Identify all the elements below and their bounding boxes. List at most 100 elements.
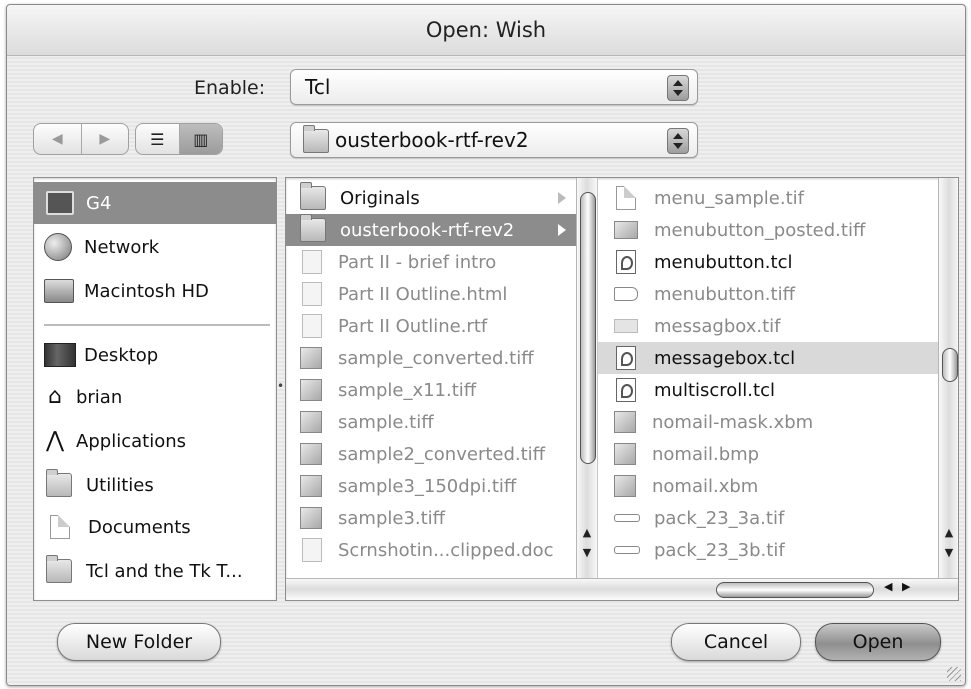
- horizontal-scroll-thumb[interactable]: [716, 582, 874, 598]
- sidebar: G4 Network Macintosh HD Desktop ⌂ brian …: [33, 177, 277, 601]
- scroll-left-arrow-icon[interactable]: ◀: [884, 580, 892, 593]
- resize-grip-icon[interactable]: [947, 667, 961, 681]
- sidebar-item-desktop[interactable]: Desktop: [34, 334, 276, 376]
- disclosure-arrow-icon: [558, 224, 566, 236]
- sidebar-divider: [44, 324, 270, 326]
- list-item[interactable]: Part II Outline.html: [286, 278, 596, 310]
- document-icon: [50, 515, 70, 539]
- list-item[interactable]: Part II - brief intro: [286, 246, 596, 278]
- list-item[interactable]: Originals: [286, 182, 596, 214]
- list-item[interactable]: sample2_converted.tiff: [286, 438, 596, 470]
- folder-icon: [46, 555, 72, 583]
- image-icon: [614, 443, 636, 465]
- list-item[interactable]: messagebox.tcl: [598, 342, 958, 374]
- location-popup[interactable]: ousterbook-rtf-rev2: [290, 122, 698, 158]
- sidebar-item-label: Network: [84, 236, 160, 258]
- html-document-icon: [302, 282, 322, 306]
- sidebar-item-label: Applications: [76, 430, 186, 452]
- item-label: messagebox.tcl: [654, 347, 796, 369]
- folder-icon: [303, 125, 329, 153]
- sidebar-item-applications[interactable]: ⋀ Applications: [34, 420, 276, 462]
- item-label: sample3.tiff: [338, 507, 446, 529]
- scroll-right-arrow-icon[interactable]: ▶: [902, 580, 910, 593]
- open-button[interactable]: Open: [815, 623, 941, 661]
- horizontal-scrollbar[interactable]: ◀ ▶: [286, 578, 958, 599]
- item-label: nomail.xbm: [652, 475, 759, 497]
- view-mode-control: ☰ ▥: [135, 123, 223, 155]
- list-item[interactable]: sample_converted.tiff: [286, 342, 596, 374]
- column-browser: Originals ousterbook-rtf-rev2 Part II - …: [285, 177, 959, 601]
- scroll-thumb[interactable]: [942, 348, 958, 382]
- image-icon: [614, 475, 636, 497]
- image-icon: [614, 319, 638, 333]
- list-item[interactable]: Part II Outline.rtf: [286, 310, 596, 342]
- back-button[interactable]: ◀: [34, 124, 81, 154]
- list-item[interactable]: menu_sample.tif: [598, 182, 958, 214]
- list-item[interactable]: ousterbook-rtf-rev2: [286, 214, 596, 246]
- list-item[interactable]: menubutton.tcl: [598, 246, 958, 278]
- list-item[interactable]: pack_23_3b.tif: [598, 534, 958, 566]
- window-title: Open: Wish: [7, 5, 965, 56]
- list-item[interactable]: nomail-mask.xbm: [598, 406, 958, 438]
- item-label: Part II Outline.rtf: [338, 315, 488, 337]
- image-icon: [614, 546, 640, 554]
- scroll-thumb[interactable]: [580, 192, 596, 464]
- disclosure-arrow-icon: [558, 192, 566, 204]
- scroll-down-arrow-icon[interactable]: ▼: [577, 544, 597, 562]
- back-arrow-icon: ◀: [51, 131, 63, 147]
- image-icon: [300, 411, 322, 433]
- sidebar-item-label: G4: [86, 192, 112, 214]
- column-2-scrollbar[interactable]: ▲ ▼: [938, 178, 958, 578]
- list-item[interactable]: Scrnshotin...clipped.doc: [286, 534, 596, 566]
- new-folder-button[interactable]: New Folder: [57, 623, 221, 661]
- sidebar-item-g4[interactable]: G4: [34, 182, 276, 224]
- item-label: sample.tiff: [338, 411, 434, 433]
- sidebar-item-documents[interactable]: Documents: [34, 506, 276, 548]
- forward-button[interactable]: ▶: [80, 124, 129, 154]
- list-item[interactable]: menubutton.tiff: [598, 278, 958, 310]
- enable-label: Enable:: [194, 77, 266, 99]
- item-label: pack_23_3a.tif: [654, 507, 785, 529]
- sidebar-item-utilities[interactable]: Utilities: [34, 464, 276, 506]
- document-icon: [616, 186, 636, 210]
- home-icon: ⌂: [48, 384, 62, 409]
- scroll-up-arrow-icon[interactable]: ▲: [939, 524, 958, 542]
- list-item[interactable]: pack_23_3a.tif: [598, 502, 958, 534]
- tcl-script-icon: [616, 346, 636, 370]
- item-label: pack_23_3b.tif: [654, 539, 785, 561]
- network-globe-icon: [44, 233, 72, 261]
- sidebar-item-brian[interactable]: ⌂ brian: [34, 376, 276, 418]
- enable-popup[interactable]: Tcl: [290, 69, 698, 105]
- item-label: menubutton.tcl: [654, 251, 793, 273]
- list-item[interactable]: multiscroll.tcl: [598, 374, 958, 406]
- sidebar-item-macintosh-hd[interactable]: Macintosh HD: [34, 270, 276, 312]
- sidebar-item-tcl-folder[interactable]: Tcl and the Tk T...: [34, 550, 276, 592]
- desktop-icon: [44, 343, 76, 367]
- list-item[interactable]: sample3.tiff: [286, 502, 596, 534]
- scroll-down-arrow-icon[interactable]: ▼: [939, 544, 958, 562]
- item-label: menubutton_posted.tiff: [654, 219, 866, 241]
- image-icon: [300, 475, 322, 497]
- sidebar-item-label: Documents: [88, 516, 191, 538]
- list-item[interactable]: sample3_150dpi.tiff: [286, 470, 596, 502]
- item-label: Part II Outline.html: [338, 283, 508, 305]
- column-1-scrollbar[interactable]: ▲ ▼: [576, 178, 597, 578]
- list-view-button[interactable]: ☰: [136, 124, 179, 154]
- list-item[interactable]: nomail.xbm: [598, 470, 958, 502]
- cancel-button[interactable]: Cancel: [671, 623, 801, 661]
- sidebar-item-network[interactable]: Network: [34, 226, 276, 268]
- back-forward-control: ◀ ▶: [33, 123, 129, 155]
- list-item[interactable]: sample.tiff: [286, 406, 596, 438]
- tcl-script-icon: [616, 250, 636, 274]
- list-item[interactable]: menubutton_posted.tiff: [598, 214, 958, 246]
- item-label: menubutton.tiff: [654, 283, 795, 305]
- computer-icon: [46, 191, 74, 215]
- scroll-up-arrow-icon[interactable]: ▲: [577, 524, 597, 542]
- split-handle-icon[interactable]: •: [277, 379, 284, 393]
- column-view-button[interactable]: ▥: [178, 124, 222, 154]
- list-item[interactable]: sample_x11.tiff: [286, 374, 596, 406]
- list-item[interactable]: messagbox.tif: [598, 310, 958, 342]
- folder-icon: [300, 182, 326, 210]
- list-item[interactable]: nomail.bmp: [598, 438, 958, 470]
- image-icon: [614, 514, 640, 522]
